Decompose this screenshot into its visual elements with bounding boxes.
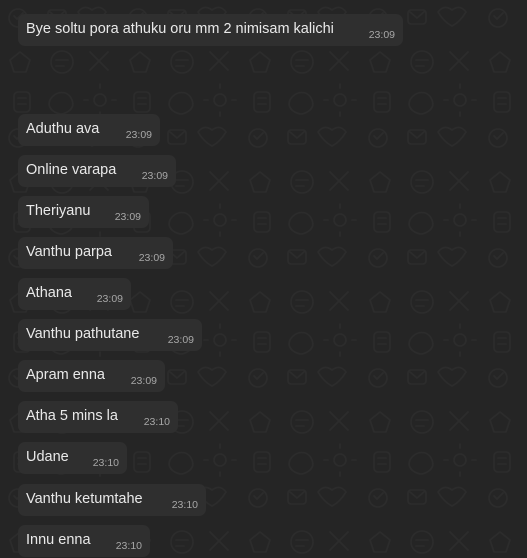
message-text: Aduthu ava (26, 121, 100, 137)
message-text: Vanthu ketumtahe (26, 491, 143, 507)
message-bubble[interactable]: Athana 23:09 (18, 278, 131, 310)
message-text: Theriyanu (26, 203, 91, 219)
message-text: Online varapa (26, 162, 117, 178)
message-bubble[interactable]: Vanthu ketumtahe 23:10 (18, 484, 206, 516)
message-timestamp: 23:09 (167, 334, 194, 346)
message-bubble[interactable]: Vanthu parpa 23:09 (18, 237, 173, 269)
message-text: Innu enna (26, 532, 91, 548)
message-text: Athana (26, 285, 72, 301)
message-timestamp: 23:09 (96, 293, 123, 305)
message-text: Atha 5 mins la (26, 408, 118, 424)
message-timestamp: 23:09 (368, 29, 395, 41)
message-bubble[interactable]: Online varapa 23:09 (18, 155, 176, 187)
message-bubble[interactable]: Innu enna 23:10 (18, 525, 150, 557)
message-timestamp: 23:10 (171, 499, 198, 511)
message-timestamp: 23:10 (115, 540, 142, 552)
message-text: Vanthu parpa (26, 244, 112, 260)
message-text: Bye soltu pora athuku oru mm 2 nimisam k… (26, 21, 334, 37)
message-text: Udane (26, 449, 69, 465)
message-timestamp: 23:09 (130, 375, 157, 387)
message-bubble[interactable]: Udane 23:10 (18, 442, 127, 474)
message-timestamp: 23:09 (138, 252, 165, 264)
message-bubble[interactable]: Atha 5 mins la 23:10 (18, 401, 178, 433)
message-text: Vanthu pathutane (26, 326, 140, 342)
chat-area[interactable]: Bye soltu pora athuku oru mm 2 nimisam k… (0, 0, 527, 558)
message-timestamp: 23:09 (141, 170, 168, 182)
message-bubble[interactable]: Bye soltu pora athuku oru mm 2 nimisam k… (18, 14, 403, 46)
message-bubble[interactable]: Apram enna 23:09 (18, 360, 165, 392)
message-timestamp: 23:09 (114, 211, 141, 223)
message-timestamp: 23:09 (125, 129, 152, 141)
message-timestamp: 23:10 (92, 457, 119, 469)
message-bubble[interactable]: Vanthu pathutane 23:09 (18, 319, 202, 351)
message-bubble[interactable]: Theriyanu 23:09 (18, 196, 149, 228)
message-text: Apram enna (26, 367, 105, 383)
message-timestamp: 23:10 (143, 416, 170, 428)
message-bubble[interactable]: Aduthu ava 23:09 (18, 114, 160, 146)
